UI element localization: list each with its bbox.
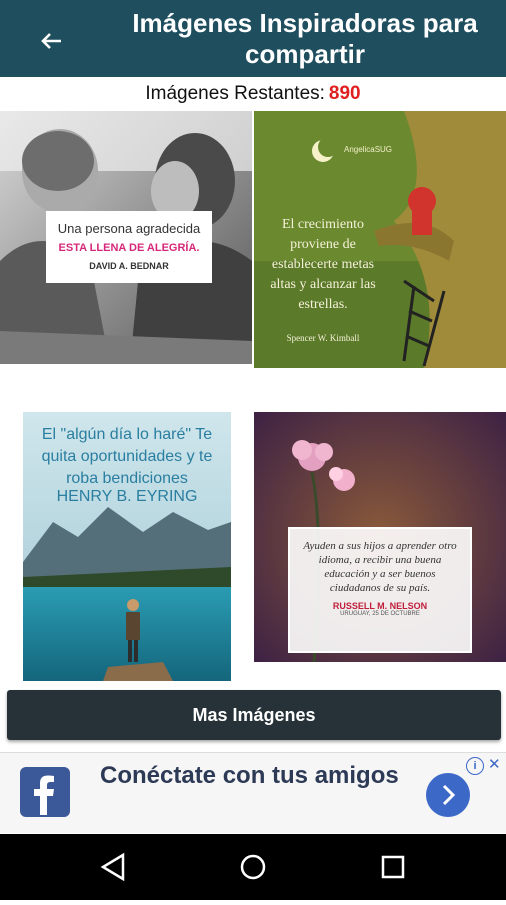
quote-box: Una persona agradecida ESTA LLENA DE ALE… — [46, 211, 212, 283]
ad-text[interactable]: Conéctate con tus amigos — [100, 759, 410, 793]
app-bar: Imágenes Inspiradoras para compartir — [0, 0, 506, 77]
signature: AngelicaSUG — [344, 145, 393, 154]
quote-highlight: ESTA LLENA DE ALEGRÍA. — [58, 242, 200, 254]
close-icon[interactable]: ✕ — [488, 755, 501, 773]
quote-author: DAVID A. BEDNAR — [89, 261, 169, 271]
quote-text: Una persona agradecida — [57, 221, 201, 236]
quote-author: HENRY B. EYRING — [56, 488, 198, 505]
remaining-counter: Imágenes Restantes: 890 — [0, 83, 506, 105]
remaining-label: Imágenes Restantes: — [145, 83, 325, 104]
nav-back-icon[interactable] — [78, 834, 148, 900]
nav-recents-icon[interactable] — [358, 834, 428, 900]
image-card-2[interactable]: AngelicaSUG El crecimiento proviene de e… — [254, 111, 506, 368]
quote-text: El "algún día lo haré" Te quita oportuni… — [41, 426, 213, 487]
arrow-left-icon[interactable] — [36, 26, 66, 56]
more-images-button[interactable]: Mas Imágenes — [7, 690, 501, 740]
quote-frame: Ayuden a sus hijos a aprender otro idiom… — [288, 527, 472, 653]
nav-home-icon[interactable] — [218, 834, 288, 900]
image-card-3[interactable]: El "algún día lo haré" Te quita oportuni… — [23, 412, 231, 681]
quote-text: Ayuden a sus hijos a aprender otro idiom… — [303, 540, 457, 594]
page-title: Imágenes Inspiradoras para compartir — [132, 8, 478, 69]
system-nav-bar — [0, 834, 506, 900]
remaining-count: 890 — [328, 83, 361, 104]
quote-text: El crecimiento proviene de establecerte … — [270, 217, 376, 312]
image-card-1[interactable]: Una persona agradecida ESTA LLENA DE ALE… — [0, 111, 252, 364]
ad-banner[interactable]: Conéctate con tus amigos i ✕ — [0, 752, 506, 833]
facebook-logo-icon — [20, 767, 70, 817]
quote-date: URUGUAY, 25 DE OCTUBRE — [340, 611, 420, 617]
quote-author: RUSSELL M. NELSON — [332, 601, 428, 611]
quote-author: Spencer W. Kimball — [286, 333, 360, 343]
chevron-right-icon[interactable] — [426, 773, 470, 817]
image-card-4[interactable]: Ayuden a sus hijos a aprender otro idiom… — [254, 412, 506, 662]
